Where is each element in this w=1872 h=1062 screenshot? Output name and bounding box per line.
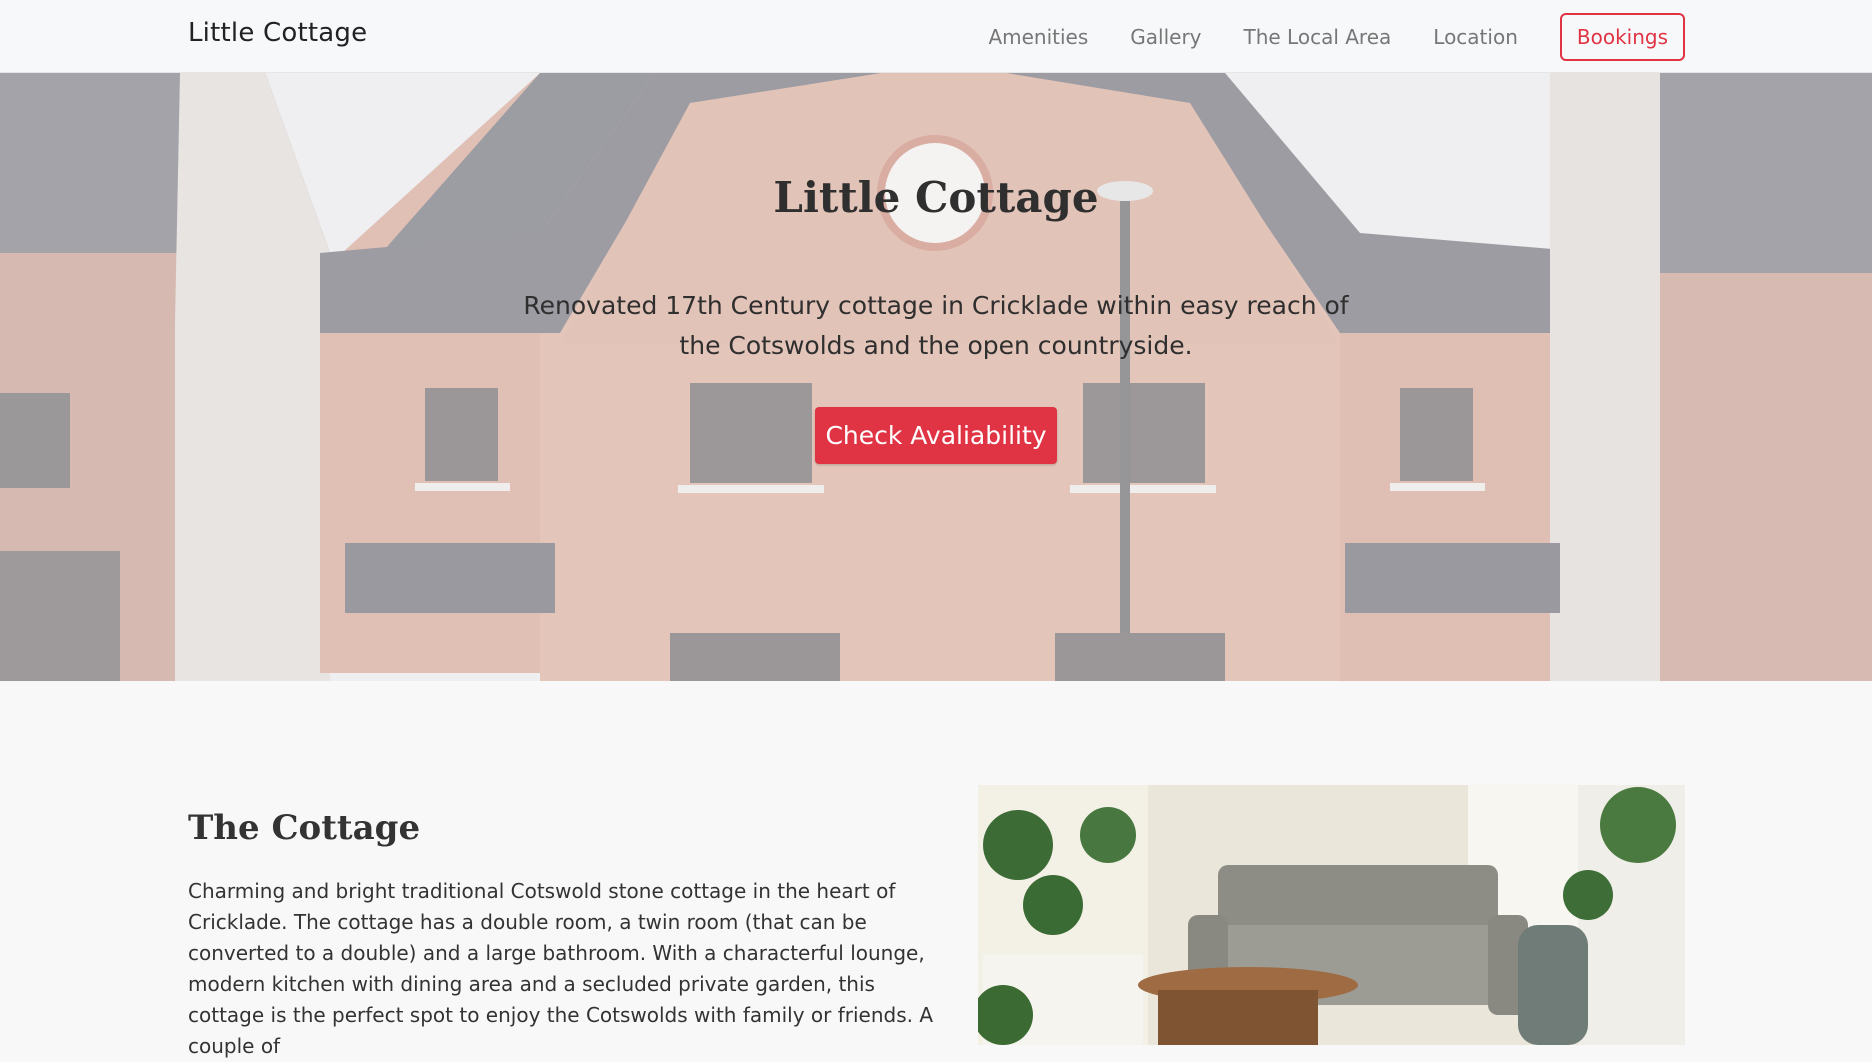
section-description: Charming and bright traditional Cotswold… xyxy=(188,879,934,1058)
hero-overlay xyxy=(0,73,1872,681)
nav-link-local-area[interactable]: The Local Area xyxy=(1244,25,1392,49)
section-title: The Cottage xyxy=(188,808,421,848)
bookings-button[interactable]: Bookings xyxy=(1559,12,1685,61)
nav-links: Amenities Gallery The Local Area Locatio… xyxy=(988,0,1872,73)
top-navbar: Little Cottage Amenities Gallery The Loc… xyxy=(0,0,1872,73)
brand-logo-link[interactable]: Little Cottage xyxy=(188,18,367,48)
hero-section: Little Cottage Renovated 17th Century co… xyxy=(0,73,1872,681)
nav-link-location[interactable]: Location xyxy=(1433,25,1518,49)
hero-title: Little Cottage xyxy=(773,173,1099,222)
nav-link-gallery[interactable]: Gallery xyxy=(1130,25,1201,49)
living-room-photo xyxy=(978,785,1685,1045)
nav-link-amenities[interactable]: Amenities xyxy=(988,25,1088,49)
hero-subtitle: Renovated 17th Century cottage in Crickl… xyxy=(523,291,1349,360)
check-availability-button[interactable]: Check Avaliability xyxy=(815,407,1057,464)
